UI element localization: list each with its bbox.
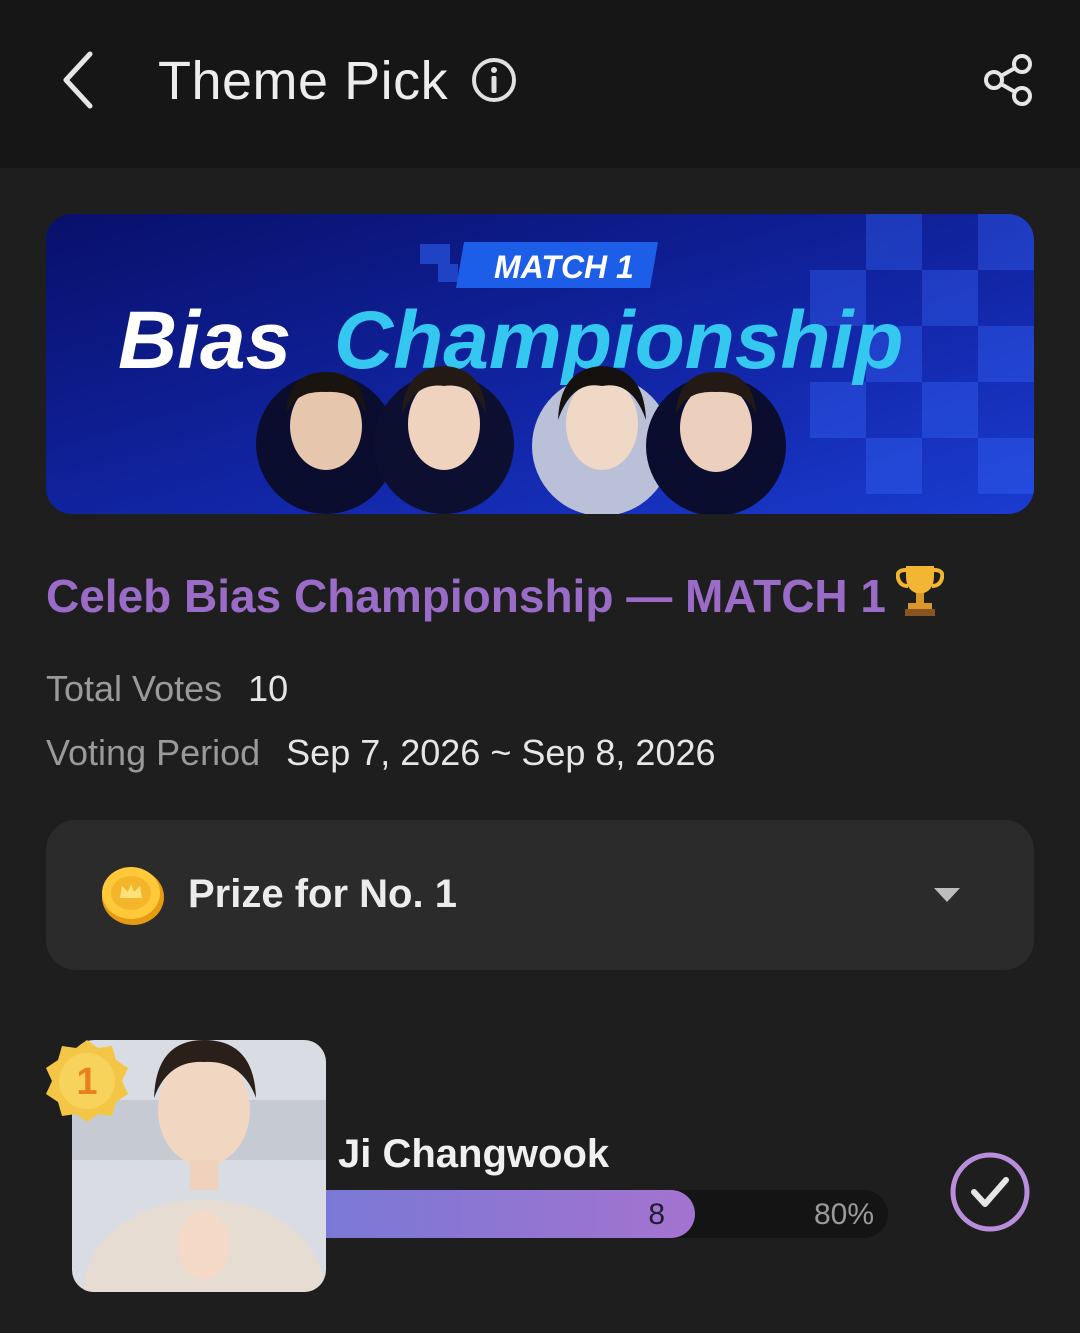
prize-dropdown[interactable]: Prize for No. 1 [46,820,1034,970]
rank-badge-icon: 1 [46,1040,128,1122]
banner-match-label: MATCH 1 [494,249,634,285]
info-icon [472,58,516,102]
back-button[interactable] [52,44,108,116]
total-votes-row: Total Votes 10 [46,668,288,710]
voting-period-label: Voting Period [46,732,261,773]
vote-check-icon[interactable] [948,1150,1032,1234]
voting-period-value: Sep 7, 2026 ~ Sep 8, 2026 [286,732,716,773]
trophy-icon [896,566,945,616]
vote-progress-bar: 8 80% [326,1190,888,1238]
total-votes-label: Total Votes [46,668,223,709]
app-header: Theme Pick [0,0,1080,168]
theme-title: Celeb Bias Championship — MATCH 1 [46,562,945,623]
share-button[interactable] [980,52,1036,108]
theme-title-text: Celeb Bias Championship — MATCH 1 [46,570,887,622]
theme-banner: MATCH 1 Bias Championship [46,214,1034,514]
info-button[interactable] [470,56,518,104]
rank-number: 1 [76,1061,97,1103]
candidate-row[interactable]: 1 Ji Changwook 8 80% [0,1030,1080,1310]
prize-label: Prize for No. 1 [188,872,457,916]
voting-period-row: Voting Period Sep 7, 2026 ~ Sep 8, 2026 [46,732,716,774]
vote-count: 8 [648,1198,665,1231]
page-title: Theme Pick [158,51,449,111]
total-votes-value: 10 [248,668,289,709]
chevron-left-icon [63,51,93,109]
vote-percent: 80% [814,1198,875,1231]
coin-icon [102,867,164,925]
vote-progress-fill: 8 [326,1190,695,1238]
share-icon [984,54,1032,106]
caret-down-icon [934,888,960,902]
banner-title-bias: Bias [118,295,291,386]
candidate-name: Ji Changwook [338,1132,610,1176]
